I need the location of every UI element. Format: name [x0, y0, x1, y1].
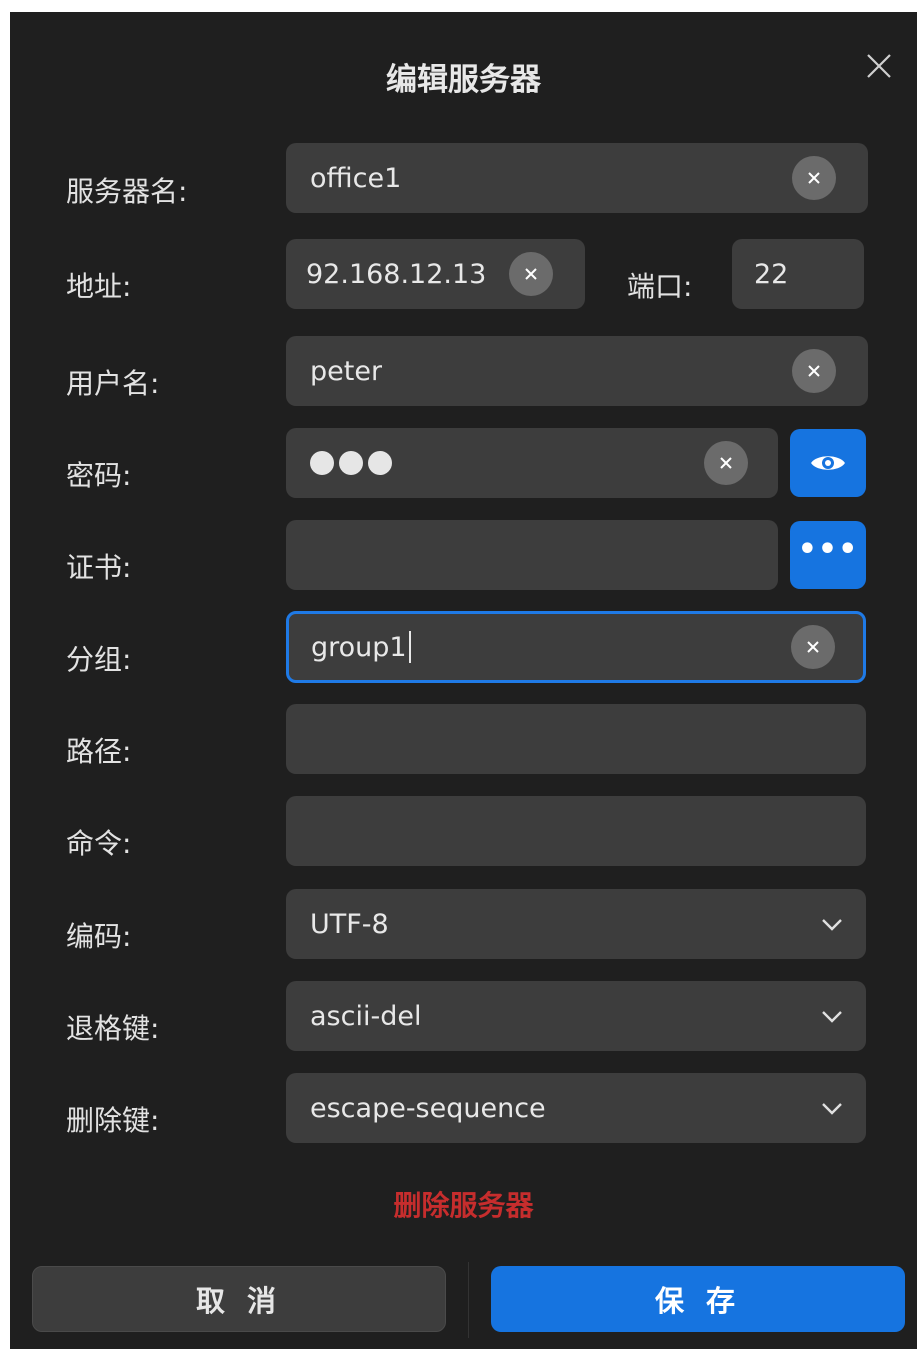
- delete-key-value: escape-sequence: [310, 1092, 546, 1124]
- delete-key-label: 删除键:: [66, 1104, 160, 1137]
- password-dot: [310, 451, 334, 475]
- delete-key-select[interactable]: escape-sequence: [286, 1073, 866, 1143]
- username-input[interactable]: peter: [286, 336, 868, 406]
- path-label: 路径:: [66, 735, 132, 768]
- dialog-title: 编辑服务器: [386, 62, 541, 98]
- password-label: 密码:: [66, 459, 132, 492]
- backspace-select[interactable]: ascii-del: [286, 981, 866, 1051]
- server-name-label: 服务器名:: [66, 175, 188, 208]
- command-input[interactable]: [286, 796, 866, 866]
- group-label: 分组:: [66, 643, 132, 676]
- server-name-clear-button[interactable]: [792, 156, 836, 200]
- port-value: 22: [754, 258, 789, 290]
- delete-server-button[interactable]: 删除服务器: [10, 1184, 917, 1224]
- server-name-input[interactable]: office1: [286, 143, 868, 213]
- backspace-value: ascii-del: [310, 1000, 422, 1032]
- username-label: 用户名:: [66, 367, 160, 400]
- encoding-label: 编码:: [66, 920, 132, 953]
- password-input[interactable]: [286, 428, 778, 498]
- certificate-label: 证书:: [66, 551, 132, 584]
- address-label: 地址:: [66, 270, 132, 303]
- save-button[interactable]: 保 存: [491, 1266, 905, 1332]
- clear-icon: [808, 172, 820, 184]
- eye-icon: [811, 456, 845, 470]
- browse-certificate-button[interactable]: •••: [790, 521, 866, 589]
- group-input[interactable]: group1: [286, 611, 866, 683]
- group-text: group1: [311, 614, 411, 680]
- command-label: 命令:: [66, 827, 132, 860]
- username-clear-button[interactable]: [792, 349, 836, 393]
- close-icon: [867, 54, 891, 78]
- password-clear-button[interactable]: [704, 441, 748, 485]
- address-clear-button[interactable]: [509, 252, 553, 296]
- clear-icon: [525, 268, 537, 280]
- button-divider: [468, 1262, 469, 1338]
- certificate-input[interactable]: [286, 520, 778, 590]
- clear-icon: [808, 365, 820, 377]
- password-dot: [368, 451, 392, 475]
- path-input[interactable]: [286, 704, 866, 774]
- chevron-down-icon: [822, 1011, 842, 1023]
- close-button[interactable]: [865, 52, 893, 80]
- clear-icon: [720, 457, 732, 469]
- username-value: peter: [310, 355, 383, 387]
- group-value: group1: [311, 631, 407, 663]
- port-label: 端口:: [627, 270, 693, 303]
- port-input[interactable]: 22: [732, 239, 864, 309]
- encoding-value: UTF-8: [310, 908, 389, 940]
- group-clear-button[interactable]: [791, 625, 835, 669]
- show-password-button[interactable]: [790, 429, 866, 497]
- encoding-select[interactable]: UTF-8: [286, 889, 866, 959]
- password-dot: [339, 451, 363, 475]
- more-icon: •••: [797, 531, 859, 567]
- address-value: 92.168.12.13: [306, 258, 487, 290]
- text-caret: [408, 631, 411, 663]
- cancel-button[interactable]: 取 消: [32, 1266, 446, 1332]
- address-input[interactable]: 92.168.12.13: [286, 239, 585, 309]
- backspace-label: 退格键:: [66, 1012, 160, 1045]
- chevron-down-icon: [822, 919, 842, 931]
- password-masked-value: [310, 428, 397, 498]
- chevron-down-icon: [822, 1103, 842, 1115]
- clear-icon: [807, 641, 819, 653]
- server-name-value: office1: [310, 162, 402, 194]
- edit-server-dialog: 编辑服务器 服务器名: office1 地址: 92.168.12.13 端口:…: [10, 12, 917, 1349]
